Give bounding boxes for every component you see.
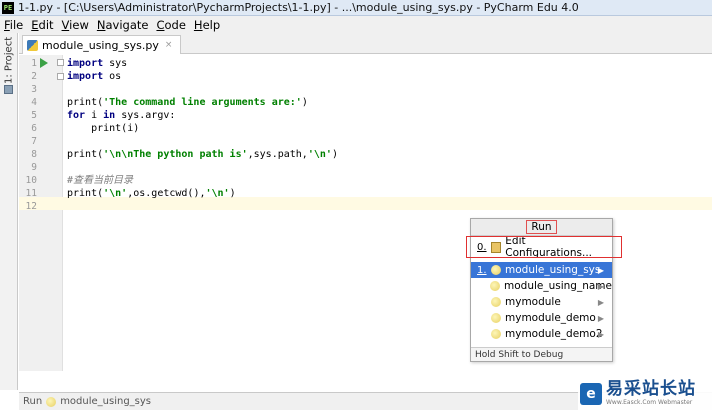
line-number: 7 [31,136,37,147]
menu-bar: File Edit View Navigate Code Help [0,16,712,33]
structure-icon[interactable] [4,85,13,94]
watermark-text: 易采站长站 [606,379,696,399]
submenu-arrow-icon: ▶ [597,297,604,307]
fold-marker-icon[interactable] [57,73,64,80]
run-gutter-icon[interactable] [40,58,48,68]
menu-navigate[interactable]: Navigate [95,18,155,32]
editor-tab-label: module_using_sys.py [42,38,159,52]
line-number: 10 [25,175,37,186]
annotation-highlight-box [466,236,622,258]
run-config-module-using-name[interactable]: module_using_name ▶ [471,278,612,294]
editor-tab-bar: module_using_sys.py × [19,33,712,54]
code-line-2[interactable]: import os [67,70,121,83]
code-line-11[interactable]: print('\n',os.getcwd(),'\n') [67,187,236,200]
submenu-arrow-icon: ▶ [597,281,604,291]
site-watermark: e 易采站长站 Www.Easck.Com Webmaster [578,377,712,410]
run-config-module-using-sys[interactable]: 1. module_using_sys ▶ [471,262,612,278]
pycharm-app-icon: PE [2,1,14,14]
menu-view[interactable]: View [60,18,95,32]
code-line-5[interactable]: for i in sys.argv: [67,109,175,122]
python-config-icon [491,297,501,307]
line-number: 3 [31,84,37,95]
line-number: 4 [31,97,37,108]
code-line-10[interactable]: #查看当前目录 [67,174,133,187]
code-line-8[interactable]: print('\n\nThe python path is',sys.path,… [67,148,338,161]
python-config-icon [491,329,501,339]
run-config-mymodule-demo[interactable]: mymodule_demo ▶ [471,310,612,326]
python-config-icon [46,396,57,407]
menu-help[interactable]: Help [192,18,226,32]
status-run-label: Run [23,396,43,407]
code-line-6[interactable]: print(i) [67,122,139,135]
run-config-mymodule-demo2[interactable]: mymodule_demo2 ▶ [471,326,612,342]
watermark-subtext: Www.Easck.Com Webmaster [606,399,693,406]
line-number: 5 [31,110,37,121]
code-line-4[interactable]: print('The command line arguments are:') [67,96,308,109]
editor-tab-module-using-sys[interactable]: module_using_sys.py × [22,35,182,54]
project-tool-tab[interactable]: 1: Project [2,36,16,83]
submenu-arrow-icon: ▶ [597,329,604,339]
menu-edit[interactable]: Edit [29,18,59,32]
line-number: 9 [31,162,37,173]
line-number: 2 [31,71,37,82]
menu-code[interactable]: Code [154,18,191,32]
line-number: 8 [31,149,37,160]
menu-file[interactable]: File [2,18,29,32]
close-icon[interactable]: × [165,40,173,50]
python-config-icon [491,265,501,275]
title-bar: PE 1-1.py - [C:\Users\Administrator\Pych… [0,0,712,16]
line-number: 12 [25,201,37,212]
line-number: 11 [25,188,37,199]
python-config-icon [490,281,500,291]
line-number: 6 [31,123,37,134]
status-run-config[interactable]: module_using_sys [60,396,151,407]
fold-marker-icon[interactable] [57,59,64,66]
line-number: 1 [31,58,37,69]
run-popup-hint: Hold Shift to Debug [471,347,612,361]
submenu-arrow-icon: ▶ [597,265,604,275]
python-file-icon [27,39,38,51]
watermark-logo-icon: e [580,382,602,405]
window-title: 1-1.py - [C:\Users\Administrator\Pycharm… [18,1,579,14]
run-config-mymodule[interactable]: mymodule ▶ [471,294,612,310]
submenu-arrow-icon: ▶ [597,313,604,323]
python-config-icon [491,313,501,323]
run-popup-header: Run [471,219,612,236]
code-line-1[interactable]: import sys [67,57,127,70]
